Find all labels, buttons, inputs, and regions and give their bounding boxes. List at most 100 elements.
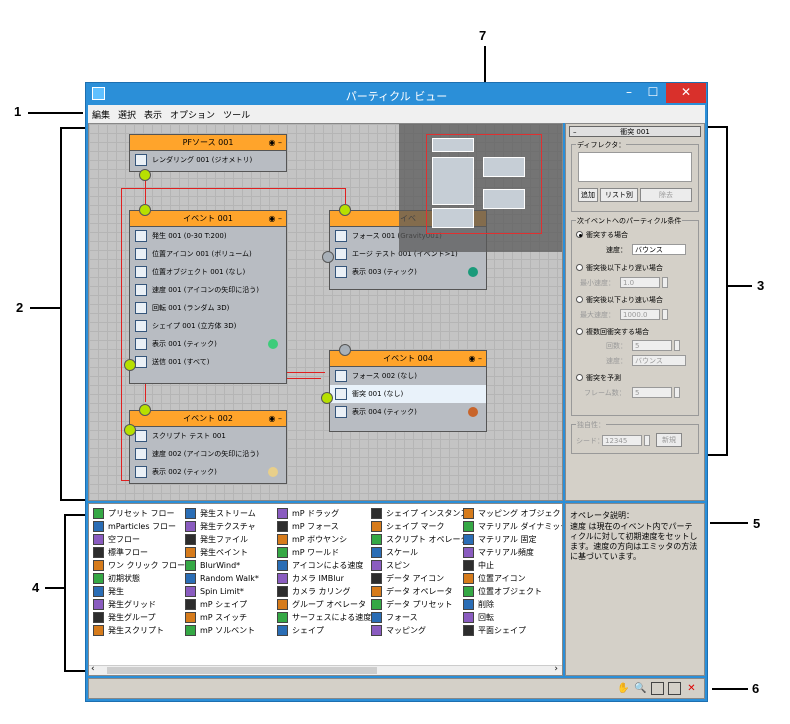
depot-item[interactable]: 標準フロー (93, 546, 185, 559)
seed-field[interactable]: 12345 (602, 435, 642, 446)
navigator-overlay[interactable] (399, 124, 562, 252)
speed2-dropdown[interactable]: バウンス (632, 355, 686, 366)
depot-item[interactable]: シェイプ インスタンス (371, 507, 469, 520)
depot-item[interactable]: 削除 (463, 598, 562, 611)
depot-item[interactable]: スケール (371, 546, 469, 559)
operator-row[interactable]: スクリプト テスト 001 (130, 427, 286, 445)
new-seed-button[interactable]: 新規 (656, 433, 682, 447)
menu-options[interactable]: オプション (166, 105, 219, 124)
display-color-swatch[interactable] (468, 407, 478, 417)
depot-item[interactable]: シェイプ マーク (371, 520, 469, 533)
menu-tools[interactable]: ツール (219, 105, 254, 124)
node-event-002[interactable]: イベント 002 ◉ – スクリプト テスト 001 速度 002 (アイコンの矢… (129, 410, 287, 484)
display-color-swatch[interactable] (468, 267, 478, 277)
by-list-button[interactable]: リスト別 (600, 188, 638, 202)
depot-item[interactable]: マテリアル ダイナミック (463, 520, 562, 533)
display-color-swatch[interactable] (268, 467, 278, 477)
depot-item[interactable]: アイコンによる速度 (277, 559, 371, 572)
operator-row[interactable]: 表示 004 (ティック) (330, 403, 486, 421)
input-port[interactable] (339, 204, 351, 216)
operator-row[interactable]: 位置オブジェクト 001 (なし) (130, 263, 286, 281)
operator-row[interactable]: 回転 001 (ランダム 3D) (130, 299, 286, 317)
radio-collides[interactable] (576, 231, 583, 238)
scroll-right-icon[interactable]: › (554, 664, 558, 674)
min-speed-spinner[interactable] (662, 277, 668, 288)
hand-icon[interactable]: ✋ (617, 682, 630, 695)
depot-item[interactable]: BlurWind* (185, 559, 259, 572)
radio-multiple[interactable] (576, 328, 583, 335)
operator-row[interactable]: 速度 001 (アイコンの矢印に沿う) (130, 281, 286, 299)
collapse-toggle[interactable]: – (573, 127, 577, 137)
depot-item[interactable]: データ オペレータ (371, 585, 469, 598)
depot-item[interactable]: 空フロー (93, 533, 185, 546)
max-speed-field[interactable]: 1000.0 (620, 309, 660, 320)
operator-row[interactable]: 位置アイコン 001 (ボリューム) (130, 245, 286, 263)
depot-item[interactable]: フォース (371, 611, 469, 624)
depot-item[interactable]: スピン (371, 559, 469, 572)
input-port[interactable] (339, 344, 351, 356)
depot-item[interactable]: 発生 (93, 585, 185, 598)
depot-item[interactable]: Random Walk* (185, 572, 259, 585)
depot-item[interactable]: マッピング (371, 624, 469, 637)
depot-item[interactable]: ワン クリック フロー (93, 559, 185, 572)
depot-item[interactable]: マテリアル頻度 (463, 546, 562, 559)
input-port[interactable] (139, 204, 151, 216)
count-field[interactable]: 5 (632, 340, 672, 351)
depot-item[interactable]: 位置オブジェクト (463, 585, 562, 598)
operator-row-selected[interactable]: 衝突 001 (なし) (330, 385, 486, 403)
output-port[interactable] (139, 169, 151, 181)
no-zoom-icon[interactable]: ✕ (685, 682, 698, 695)
depot-item[interactable]: mP フォース (277, 520, 371, 533)
event-display[interactable]: PFソース 001 ◉ – レンダリング 001 (ジオメトリ) イベント 001… (88, 123, 563, 501)
count-spinner[interactable] (674, 340, 680, 351)
scroll-left-icon[interactable]: ‹ (91, 664, 95, 674)
output-port[interactable] (321, 392, 333, 404)
radio-faster[interactable] (576, 296, 583, 303)
depot-item[interactable]: mP ワールド (277, 546, 371, 559)
rollout-title[interactable]: – 衝突 001 (569, 126, 701, 137)
operator-row[interactable]: 表示 003 (ティック) (330, 263, 486, 281)
close-button[interactable]: ✕ (666, 83, 706, 103)
depot-item[interactable]: データ アイコン (371, 572, 469, 585)
zoom-extents-icon[interactable] (668, 682, 681, 695)
depot-item[interactable]: mP スイッチ (185, 611, 259, 624)
radio-predict[interactable] (576, 374, 583, 381)
depot-item[interactable]: カメラ IMBlur (277, 572, 371, 585)
deflectors-list[interactable] (578, 152, 692, 182)
minimize-button[interactable]: – (618, 83, 640, 103)
input-port[interactable] (139, 404, 151, 416)
depot-item[interactable]: Spin Limit* (185, 585, 259, 598)
depot-item[interactable]: マッピング オブジェクト (463, 507, 562, 520)
depot-item[interactable]: 発生スクリプト (93, 624, 185, 637)
min-speed-field[interactable]: 1.0 (620, 277, 660, 288)
node-event-004[interactable]: イベント 004 ◉ – フォース 002 (なし) 衝突 001 (なし) 表示… (329, 350, 487, 432)
operator-row[interactable]: 表示 001 (ティック) (130, 335, 286, 353)
depot-item[interactable]: 回転 (463, 611, 562, 624)
menu-edit[interactable]: 編集 (88, 105, 114, 124)
frames-spinner[interactable] (674, 387, 680, 398)
depot-item[interactable]: mP ドラッグ (277, 507, 371, 520)
max-speed-spinner[interactable] (662, 309, 668, 320)
depot-item[interactable]: mParticles フロー (93, 520, 185, 533)
depot-item[interactable]: mP シェイプ (185, 598, 259, 611)
radio-slower[interactable] (576, 264, 583, 271)
depot-item[interactable]: mP ボウヤンシ (277, 533, 371, 546)
scroll-thumb[interactable] (107, 667, 377, 674)
depot-item[interactable]: 平面シェイプ (463, 624, 562, 637)
operator-row[interactable]: シェイプ 001 (立方体 3D) (130, 317, 286, 335)
remove-button[interactable]: 除去 (640, 188, 692, 202)
output-port[interactable] (322, 251, 334, 263)
frames-field[interactable]: 5 (632, 387, 672, 398)
depot-item[interactable]: プリセット フロー (93, 507, 185, 520)
add-button[interactable]: 追加 (578, 188, 598, 202)
depot-item[interactable]: 中止 (463, 559, 562, 572)
zoom-region-icon[interactable] (651, 682, 664, 695)
depot-item[interactable]: 位置アイコン (463, 572, 562, 585)
depot-item[interactable]: 発生ペイント (185, 546, 259, 559)
speed-dropdown[interactable]: バウンス (632, 244, 686, 255)
maximize-button[interactable]: ☐ (642, 83, 664, 103)
menu-display[interactable]: 表示 (140, 105, 166, 124)
operator-row[interactable]: フォース 002 (なし) (330, 367, 486, 385)
operator-row[interactable]: 発生 001 (0-30 T:200) (130, 227, 286, 245)
operator-row[interactable]: 送信 001 (すべて) (130, 353, 286, 371)
